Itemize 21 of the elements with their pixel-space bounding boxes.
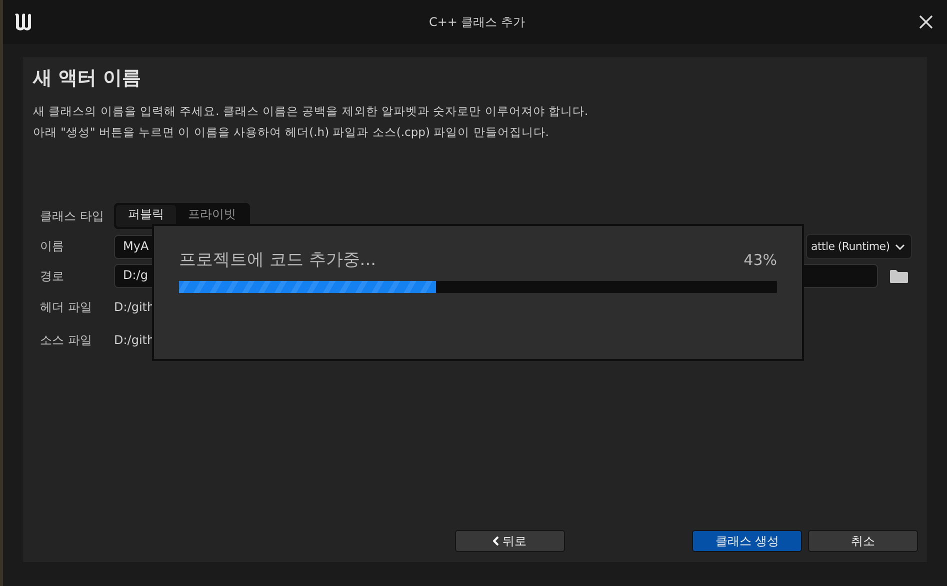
field-label: 경로	[40, 268, 65, 284]
field-label: 소스 파일	[40, 332, 93, 348]
class-type-option[interactable]: 퍼블릭	[116, 205, 176, 227]
folder-icon[interactable]	[890, 270, 908, 282]
module-dropdown[interactable]: attle (Runtime)	[806, 234, 912, 259]
progress-message: 프로젝트에 코드 추가중...	[179, 249, 376, 271]
cancel-button[interactable]: 취소	[808, 530, 918, 552]
field-label: 이름	[40, 238, 65, 255]
class-type-option[interactable]: 프라이빗	[176, 205, 248, 227]
progress-percent: 43%	[744, 250, 777, 268]
back-button[interactable]: 뒤로	[455, 530, 565, 552]
chevron-down-icon	[894, 244, 905, 250]
close-icon[interactable]	[919, 15, 933, 29]
create-class-button[interactable]: 클래스 생성	[692, 530, 802, 552]
description-text: 아래 "생성" 버튼을 누르면 이 이름을 사용하여 헤더(.h) 파일과 소스(.cpp) 파일이 만들어집니다.	[33, 124, 550, 141]
description-text: 새 클래스의 이름을 입력해 주세요. 클래스 이름은 공백을 제외한 알파벳과 숫자로만 이루어져야 합니다.	[33, 103, 590, 120]
dialog-heading: 새 액터 이름	[33, 66, 142, 91]
field-label: 클래스 타입	[40, 208, 105, 224]
field-label: 헤더 파일	[40, 298, 93, 316]
window-title: C++ 클래스 추가	[428, 14, 526, 30]
chevron-left-icon	[493, 536, 500, 546]
